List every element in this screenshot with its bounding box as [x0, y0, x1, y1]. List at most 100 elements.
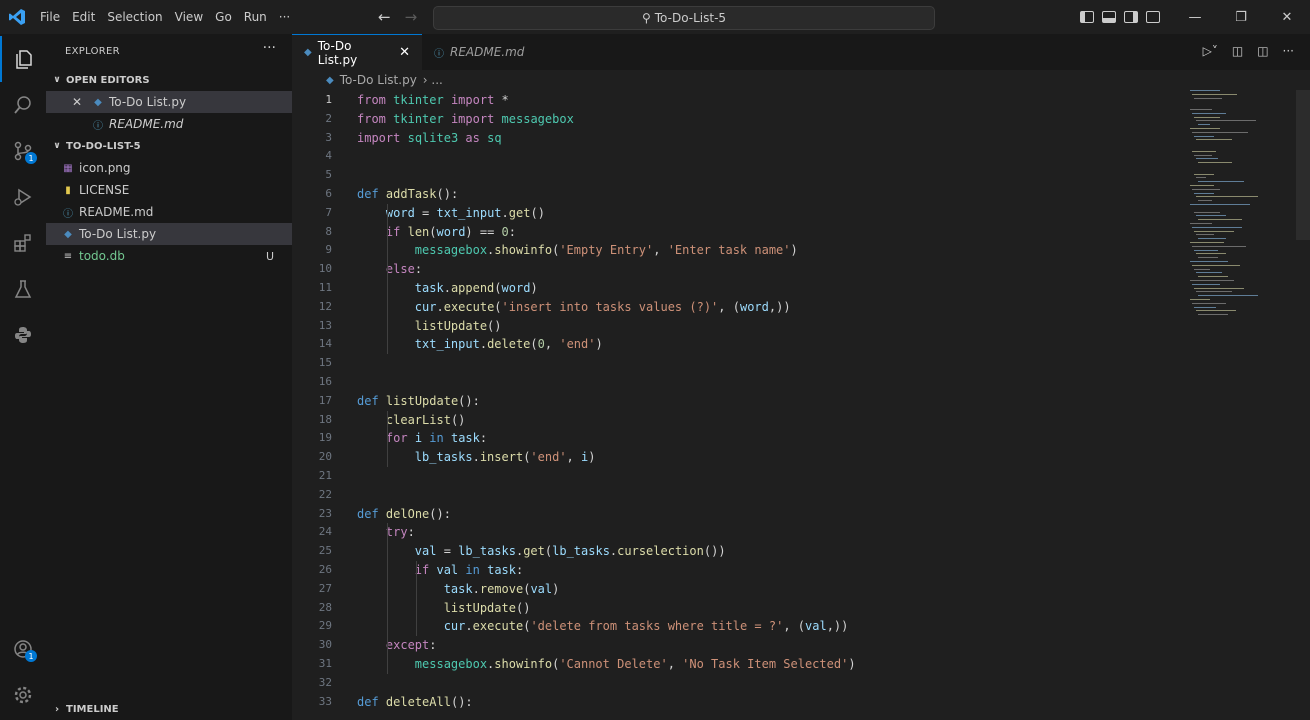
minimap-line	[1192, 226, 1242, 228]
minimap-line	[1196, 310, 1236, 312]
info-icon: ⓘ	[434, 48, 444, 60]
testing-flask-icon[interactable]	[0, 266, 46, 312]
code-line[interactable]: messagebox.showinfo('Empty Entry', 'Ente…	[357, 241, 798, 260]
code-line[interactable]: task.append(word)	[357, 279, 538, 298]
menu-run[interactable]: Run	[238, 0, 273, 34]
more-actions-icon[interactable]: ···	[263, 40, 276, 56]
more-actions-icon[interactable]: ···	[1283, 44, 1294, 58]
minimap-line	[1198, 238, 1226, 240]
restore-icon[interactable]: ❐	[1218, 0, 1264, 34]
open-preview-icon[interactable]: ◫	[1232, 44, 1243, 58]
code-line[interactable]: def delOne():	[357, 505, 451, 524]
minimap-line	[1196, 196, 1258, 198]
minimap-line	[1198, 314, 1228, 316]
code-line[interactable]: from tkinter import *	[357, 91, 509, 110]
code-line[interactable]: else:	[357, 260, 422, 279]
code-line[interactable]: listUpdate()	[357, 599, 531, 618]
code-line[interactable]: def deleteAll():	[357, 693, 473, 712]
breadcrumb-file[interactable]: To-Do List.py	[340, 73, 417, 87]
minimap-line	[1198, 200, 1212, 202]
code-line[interactable]: clearList()	[357, 411, 466, 430]
code-line[interactable]: except:	[357, 636, 437, 655]
minimap-line	[1192, 283, 1220, 285]
python-extension-icon[interactable]	[0, 312, 46, 358]
toggle-secondary-sidebar-icon[interactable]	[1124, 11, 1138, 23]
source-control-icon[interactable]: 1	[0, 128, 46, 174]
extensions-icon[interactable]	[0, 220, 46, 266]
minimap-line	[1198, 219, 1242, 221]
code-line[interactable]: if val in task:	[357, 561, 523, 580]
toggle-panel-icon[interactable]	[1102, 11, 1116, 23]
code-line[interactable]: def addTask():	[357, 185, 458, 204]
line-number: 20	[318, 450, 332, 464]
open-editor-item[interactable]: ⓘ README.md	[46, 113, 292, 135]
code-line[interactable]: listUpdate()	[357, 317, 502, 336]
line-number: 17	[318, 393, 332, 407]
code-line[interactable]: messagebox.showinfo('Cannot Delete', 'No…	[357, 655, 856, 674]
tab-to-do-list[interactable]: ◆ To-Do List.py ✕	[292, 34, 422, 70]
line-number: 1	[325, 93, 332, 106]
customize-layout-icon[interactable]	[1146, 11, 1160, 23]
accounts-icon[interactable]: 1	[0, 626, 46, 672]
code-line[interactable]: val = lb_tasks.get(lb_tasks.curselection…	[357, 542, 726, 561]
menu-edit[interactable]: Edit	[66, 0, 101, 34]
line-number: 21	[318, 469, 332, 482]
minimap-line	[1194, 116, 1220, 118]
tab-readme[interactable]: ⓘ README.md	[422, 34, 540, 70]
file-item[interactable]: ⓘ README.md	[46, 201, 292, 223]
menu-more[interactable]: ···	[273, 0, 296, 34]
breadcrumb-rest[interactable]: › ...	[423, 73, 443, 87]
code-line[interactable]: cur.execute('insert into tasks values (?…	[357, 298, 791, 317]
minimap-line	[1192, 302, 1226, 304]
explorer-icon[interactable]	[0, 36, 46, 82]
forward-arrow-icon[interactable]: →	[405, 8, 418, 26]
toggle-primary-sidebar-icon[interactable]	[1080, 11, 1094, 23]
open-editors-section[interactable]: ∨ OPEN EDITORS	[46, 69, 292, 91]
navigation-arrows: ← →	[378, 0, 417, 34]
minimize-icon[interactable]: —	[1172, 0, 1218, 34]
close-tab-icon[interactable]: ✕	[399, 45, 410, 60]
code-line[interactable]: lb_tasks.insert('end', i)	[357, 448, 596, 467]
code-editor[interactable]: 1 2 3 4 5 6 7 8 9 10 11 12 13 14 15 16 17 18 19 20 21 22 23 24 2…	[292, 90, 1310, 720]
menu-view[interactable]: View	[169, 0, 209, 34]
split-editor-icon[interactable]: ◫	[1257, 44, 1268, 58]
vertical-scrollbar[interactable]	[1296, 90, 1310, 240]
line-number: 8	[325, 224, 332, 238]
menu-selection[interactable]: Selection	[101, 0, 168, 34]
settings-gear-icon[interactable]	[0, 672, 46, 718]
open-editor-item[interactable]: ✕ ◆ To-Do List.py	[46, 91, 292, 113]
menu-go[interactable]: Go	[209, 0, 238, 34]
code-line[interactable]: for i in task:	[357, 429, 487, 448]
file-item[interactable]: ◆ To-Do List.py	[46, 223, 292, 245]
line-number: 13	[318, 318, 332, 332]
run-python-file-icon[interactable]: ▷˅	[1203, 44, 1218, 58]
code-line[interactable]: cur.execute('delete from tasks where tit…	[357, 617, 849, 636]
code-line[interactable]: if len(word) == 0:	[357, 223, 516, 242]
file-item[interactable]: ▮ LICENSE	[46, 179, 292, 201]
code-line[interactable]: txt_input.delete(0, 'end')	[357, 335, 603, 354]
back-arrow-icon[interactable]: ←	[378, 8, 391, 26]
menu-file[interactable]: File	[34, 0, 66, 34]
code-line[interactable]: import sqlite3 as sq	[357, 129, 502, 148]
code-line[interactable]: def listUpdate():	[357, 392, 480, 411]
file-item[interactable]: ▦ icon.png	[46, 157, 292, 179]
close-window-icon[interactable]: ✕	[1264, 0, 1310, 34]
minimap-line	[1194, 135, 1214, 137]
line-number: 12	[318, 299, 332, 313]
file-label: README.md	[79, 205, 154, 219]
command-center-search[interactable]: ⚲ To-Do-List-5	[433, 6, 935, 30]
minimap-line	[1194, 230, 1234, 232]
minimap-line	[1194, 211, 1220, 213]
line-number: 27	[318, 581, 332, 595]
search-view-icon[interactable]	[0, 82, 46, 128]
close-icon[interactable]: ✕	[72, 95, 82, 109]
code-line[interactable]: word = txt_input.get()	[357, 204, 545, 223]
minimap[interactable]	[1190, 90, 1262, 330]
folder-section[interactable]: ∨ TO-DO-LIST-5	[46, 135, 292, 157]
timeline-section[interactable]: › TIMELINE	[46, 698, 292, 720]
minimap-line	[1190, 109, 1212, 110]
file-item[interactable]: ≡ todo.db U	[46, 245, 292, 267]
run-debug-icon[interactable]	[0, 174, 46, 220]
layout-controls	[1080, 0, 1160, 34]
code-line[interactable]: from tkinter import messagebox	[357, 110, 574, 129]
